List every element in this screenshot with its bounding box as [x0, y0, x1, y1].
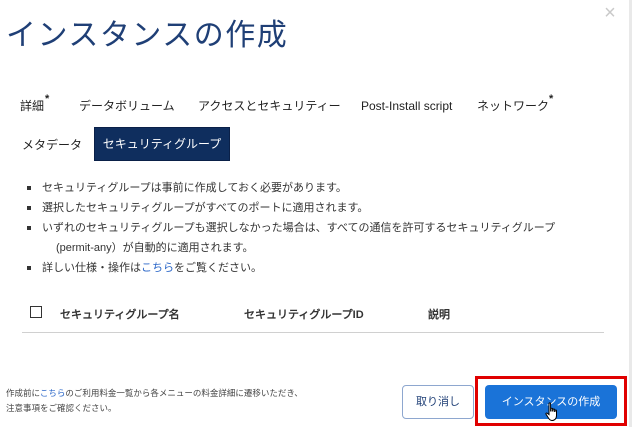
note-text: いずれのセキュリティグループも選択しなかった場合は、すべての通信を許可するセキュ…	[42, 222, 556, 234]
modal-title: インスタンスの作成	[6, 19, 289, 52]
cancel-button[interactable]: 取り消し	[402, 385, 474, 419]
note-text: をご覧ください。	[174, 262, 262, 274]
close-icon[interactable]: ×	[599, 2, 621, 24]
column-header-description[interactable]: 説明	[428, 306, 450, 322]
note-text: 注意事項をご確認ください。	[6, 403, 117, 413]
select-all-checkbox[interactable]	[30, 306, 42, 318]
tab-details[interactable]: 詳細 *	[20, 93, 49, 116]
tab-details-label: 詳細	[20, 99, 45, 113]
list-item: セキュリティグループは事前に作成しておく必要があります。	[26, 178, 616, 198]
list-item: 詳しい仕様・操作はこちらをご覧ください。	[26, 258, 616, 278]
bullet-icon	[27, 206, 31, 210]
note-text: 詳しい仕様・操作は	[42, 262, 141, 274]
tab-post-install-script[interactable]: Post-Install script	[361, 96, 452, 116]
create-instance-modal: インスタンスの作成 × 詳細 * データボリューム アクセスとセキュリティー P…	[0, 0, 632, 427]
tab-network-label: ネットワーク	[477, 99, 550, 113]
notes-list: セキュリティグループは事前に作成しておく必要があります。 選択したセキュリティグ…	[26, 178, 616, 278]
required-mark: *	[549, 93, 554, 105]
list-item: 選択したセキュリティグループがすべてのポートに適用されます。	[26, 198, 616, 218]
note-text: セキュリティグループは事前に作成しておく必要があります。	[42, 182, 347, 194]
list-item: いずれのセキュリティグループも選択しなかった場合は、すべての通信を許可するセキュ…	[26, 218, 616, 258]
bullet-icon	[27, 226, 31, 230]
note-text: 選択したセキュリティグループがすべてのポートに適用されます。	[42, 202, 369, 214]
tab-metadata[interactable]: メタデータ	[22, 135, 82, 155]
column-header-name[interactable]: セキュリティグループ名	[60, 306, 180, 322]
column-header-id[interactable]: セキュリティグループID	[244, 306, 364, 322]
tab-access-security[interactable]: アクセスとセキュリティー	[198, 96, 341, 116]
note-text-continued: (permit-any）が自動的に適用されます。	[56, 242, 254, 254]
tab-bar: 詳細 * データボリューム アクセスとセキュリティー Post-Install …	[0, 93, 632, 118]
note-text: のご利用料金一覧から各メニューの料金詳細に遷移いただき、	[65, 388, 303, 398]
pricing-note: 作成前にこちらのご利用料金一覧から各メニューの料金詳細に遷移いただき、 注意事項…	[6, 386, 303, 416]
note-text: 作成前に	[6, 388, 40, 398]
bullet-icon	[27, 266, 31, 270]
bullet-icon	[27, 186, 31, 190]
hand-cursor-icon	[545, 402, 557, 421]
required-mark: *	[45, 93, 50, 105]
pricing-link[interactable]: こちら	[40, 388, 66, 398]
tab-network[interactable]: ネットワーク *	[477, 93, 553, 116]
tab-data-volume[interactable]: データボリューム	[79, 96, 175, 116]
details-link[interactable]: こちら	[141, 262, 174, 274]
tab-security-group[interactable]: セキュリティグループ	[94, 127, 230, 161]
security-group-table-header: セキュリティグループ名 セキュリティグループID 説明	[22, 302, 604, 333]
